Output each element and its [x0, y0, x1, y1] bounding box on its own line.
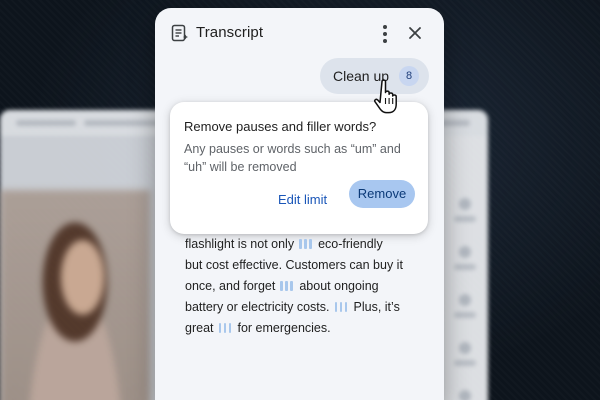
clean-up-count-badge: 8 — [399, 66, 419, 86]
transcript-segment: once, and forget — [185, 279, 276, 293]
close-icon[interactable] — [405, 23, 425, 43]
background-sidebar — [442, 136, 488, 400]
remove-button[interactable]: Remove — [349, 180, 415, 208]
transcript-line: but cost effective. Customers can buy it — [185, 255, 430, 276]
pause-marker-icon[interactable] — [280, 280, 294, 291]
more-options-button[interactable] — [375, 22, 395, 44]
transcript-line: once, and forget about ongoing — [185, 276, 430, 297]
transcript-segment: but cost effective. Customers can buy it — [185, 258, 403, 272]
more-vert-icon — [383, 25, 387, 29]
transcript-segment: battery or electricity costs. — [185, 300, 330, 314]
pause-marker-icon[interactable] — [299, 238, 313, 249]
transcript-text: flashlight is not only eco-friendly but c… — [185, 234, 430, 339]
popup-title: Remove pauses and filler words? — [184, 119, 377, 134]
transcript-segment: for emergencies. — [237, 321, 331, 335]
edit-limit-link[interactable]: Edit limit — [278, 192, 327, 207]
cleanup-confirm-popup: Remove pauses and filler words? Any paus… — [170, 102, 428, 234]
transcript-segment: Plus, it’s — [353, 300, 400, 314]
transcript-line: flashlight is not only eco-friendly — [185, 234, 430, 255]
transcript-segment: great — [185, 321, 214, 335]
transcript-segment: about ongoing — [299, 279, 379, 293]
transcript-line: great for emergencies. — [185, 318, 430, 339]
pause-marker-icon[interactable] — [334, 301, 349, 312]
transcript-icon — [171, 24, 188, 42]
pause-marker-icon[interactable] — [218, 322, 233, 333]
transcript-segment: eco-friendly — [318, 237, 383, 251]
transcript-line: battery or electricity costs. Plus, it’s — [185, 297, 430, 318]
hand-pointer-icon — [374, 79, 397, 114]
transcript-segment: flashlight is not only — [185, 237, 295, 251]
popup-body: Any pauses or words such as “um” and “uh… — [184, 142, 401, 174]
transcript-panel: Transcript Clean up 8 Remove pauses and … — [155, 8, 444, 400]
panel-title: Transcript — [196, 24, 264, 41]
panel-header: Transcript — [155, 8, 444, 58]
background-video-thumbnail — [0, 190, 150, 400]
